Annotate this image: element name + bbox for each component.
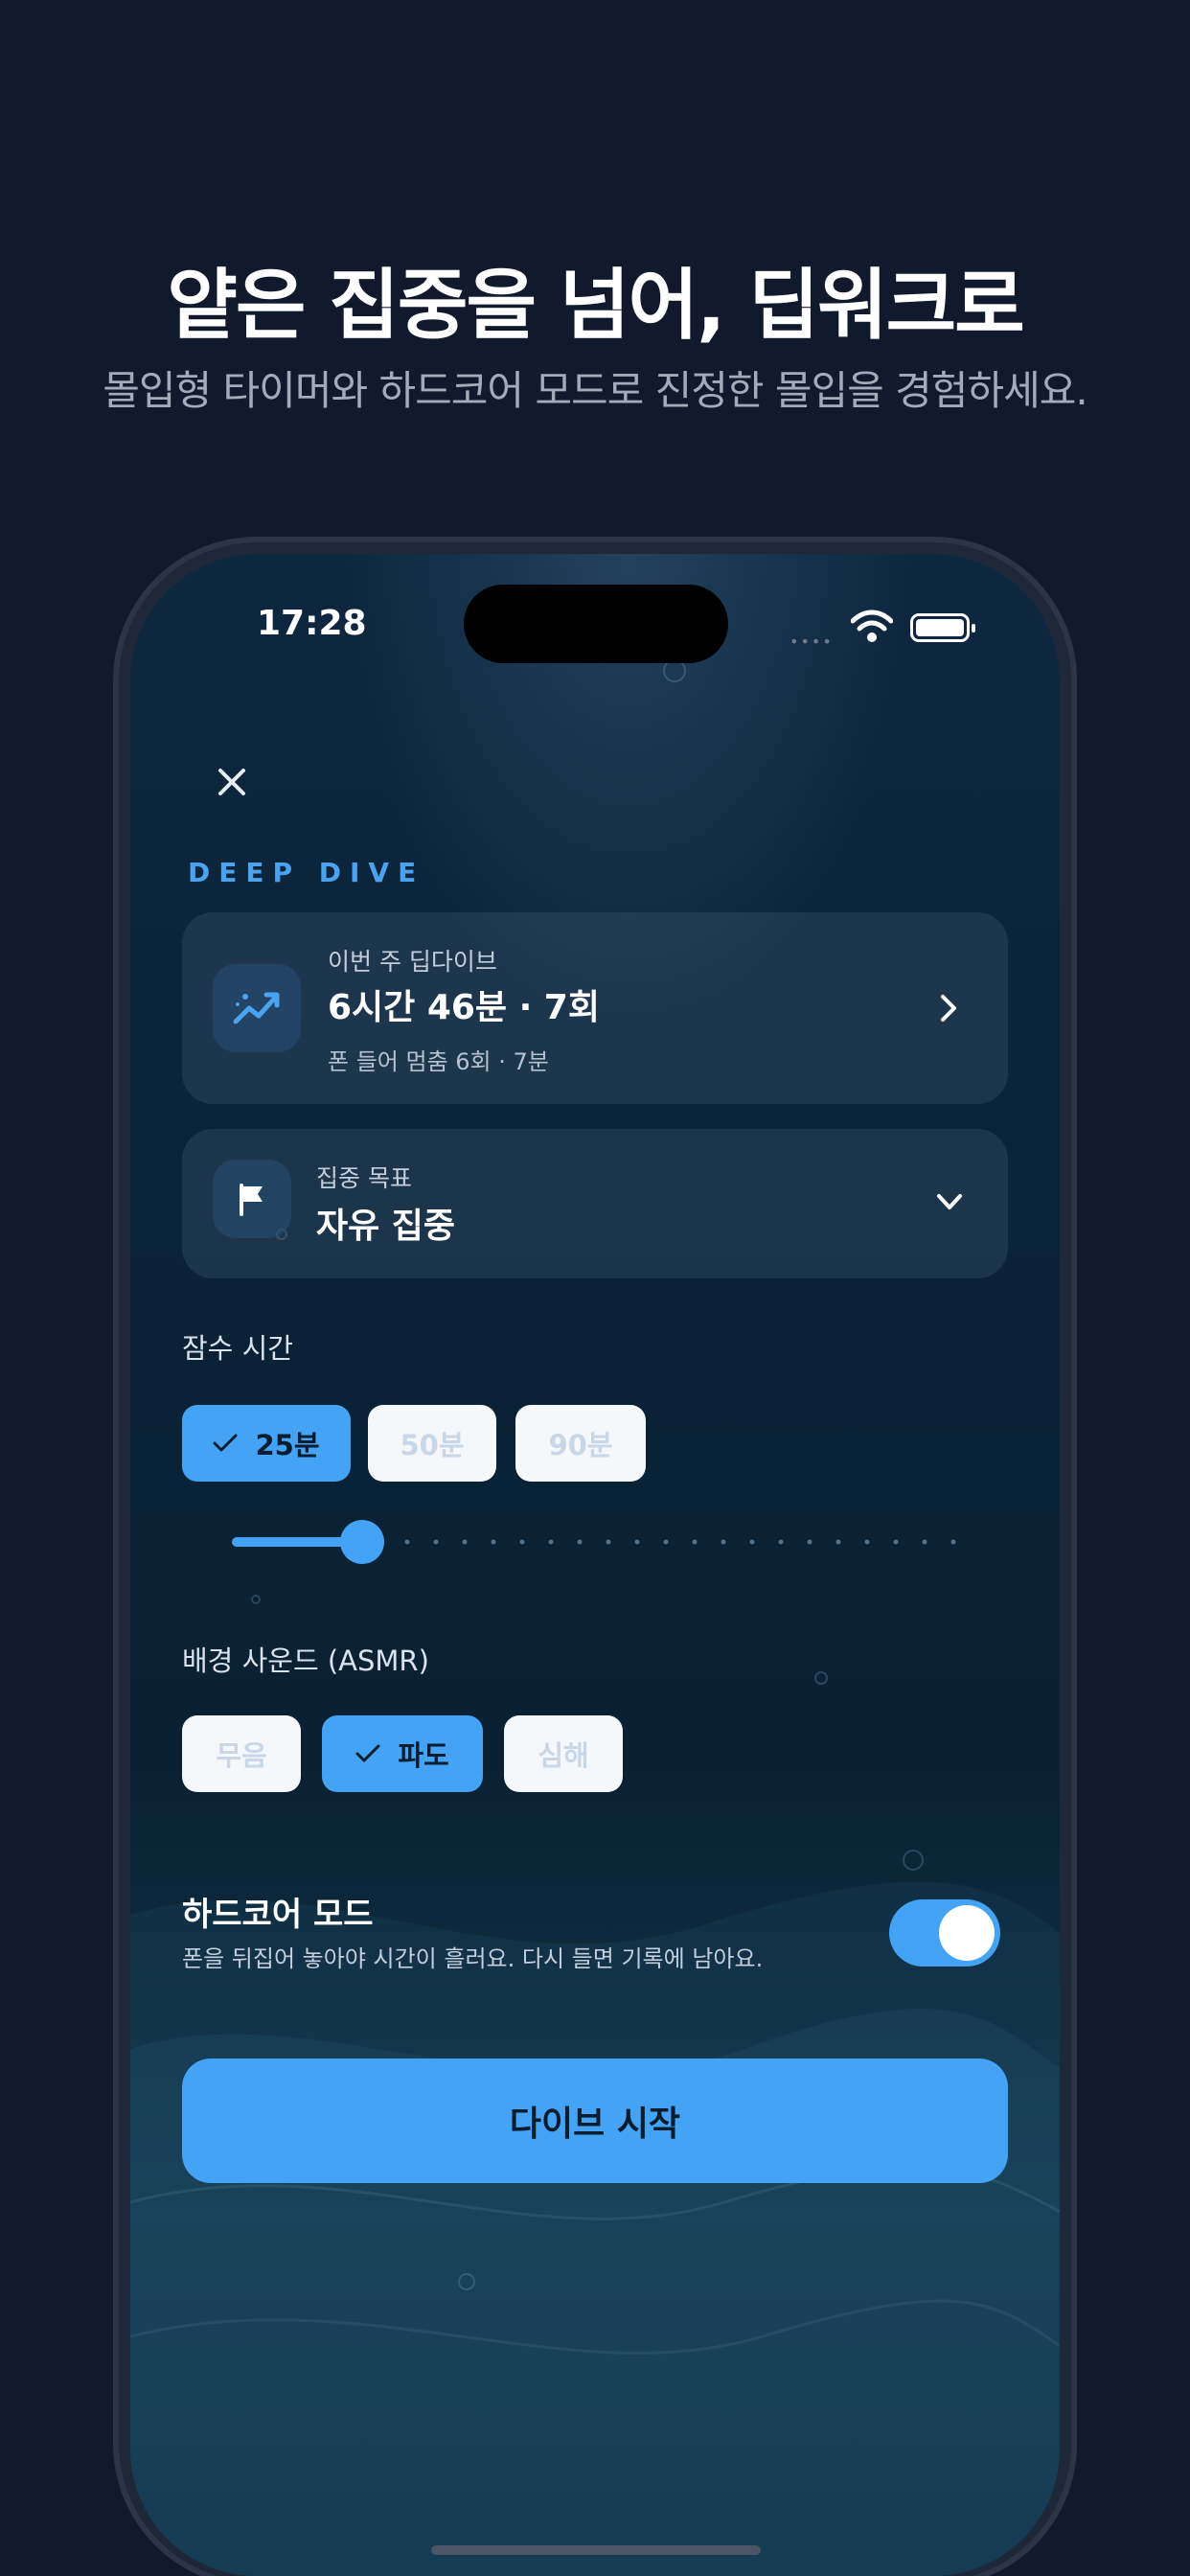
status-time: 17:28	[257, 604, 367, 643]
slider-tick	[864, 1539, 870, 1545]
phone-screen: 17:28 •••• DEEP DIVE 이번 주 딥다이브 6시간 46분 ·…	[130, 554, 1060, 2576]
close-icon[interactable]	[213, 763, 251, 801]
slider-tick	[519, 1539, 525, 1545]
goal-dropdown[interactable]: 집중 목표 자유 집중	[182, 1129, 1008, 1278]
weekly-value: 6시간 46분 · 7회	[328, 988, 600, 1027]
slider-tick	[778, 1539, 784, 1545]
slider-tick	[807, 1539, 812, 1545]
chip-label: 무음	[216, 1739, 267, 1772]
slider-tick	[893, 1539, 899, 1545]
dive-time-option-25[interactable]: 25분	[182, 1405, 351, 1482]
dive-time-option-50[interactable]: 50분	[368, 1405, 496, 1482]
slider-tick	[548, 1539, 554, 1545]
chip-label: 50분	[400, 1429, 465, 1461]
slider-tick	[950, 1539, 956, 1545]
trending-up-icon	[213, 964, 301, 1052]
dive-time-slider[interactable]	[232, 1520, 956, 1564]
chevron-down-icon	[937, 1194, 962, 1209]
dive-time-label: 잠수 시간	[182, 1332, 293, 1365]
section-eyebrow: DEEP DIVE	[188, 857, 425, 888]
promo-subtitle: 몰입형 타이머와 하드코어 모드로 진정한 몰입을 경험하세요.	[103, 367, 1087, 414]
slider-tick	[433, 1539, 439, 1545]
bubble	[903, 1850, 924, 1871]
slider-thumb[interactable]	[340, 1520, 385, 1564]
slider-tick	[835, 1539, 841, 1545]
slider-tick	[634, 1539, 640, 1545]
hardcore-description: 폰을 뒤집어 놓아야 시간이 흘러요. 다시 들면 기록에 남아요.	[182, 1945, 764, 1972]
slider-tick	[491, 1539, 496, 1545]
start-dive-button[interactable]: 다이브 시작	[182, 2058, 1008, 2183]
sound-option-wave[interactable]: 파도	[322, 1715, 483, 1792]
home-indicator	[431, 2545, 761, 2555]
chip-label: 파도	[398, 1739, 449, 1772]
weekly-label: 이번 주 딥다이브	[328, 948, 497, 976]
chip-label: 90분	[548, 1429, 613, 1461]
slider-tick	[462, 1539, 468, 1545]
hardcore-toggle[interactable]	[889, 1899, 1000, 1966]
cellular-signal-icon: ••••	[790, 632, 834, 651]
slider-tick	[663, 1539, 669, 1545]
dive-time-option-90[interactable]: 90분	[515, 1405, 646, 1482]
slider-tick	[577, 1539, 583, 1545]
bubble	[458, 2273, 475, 2290]
chip-label: 심해	[538, 1739, 589, 1772]
slider-tick	[404, 1539, 410, 1545]
bubble	[251, 1595, 261, 1604]
wifi-icon	[851, 610, 893, 642]
hardcore-title: 하드코어 모드	[182, 1896, 374, 1934]
check-icon	[355, 1744, 380, 1762]
check-icon	[213, 1434, 238, 1452]
slider-tick	[922, 1539, 927, 1545]
sound-label: 배경 사운드 (ASMR)	[182, 1644, 429, 1677]
toggle-knob	[939, 1905, 995, 1961]
sound-option-mute[interactable]: 무음	[182, 1715, 301, 1792]
slider-tick	[749, 1539, 755, 1545]
slider-tick	[721, 1539, 726, 1545]
promo-title: 얕은 집중을 넘어, 딥워크로	[167, 261, 1025, 350]
bubble	[814, 1671, 828, 1685]
chevron-right-icon	[941, 995, 956, 1022]
flag-icon	[213, 1160, 291, 1238]
slider-tick	[606, 1539, 611, 1545]
slider-tick	[692, 1539, 698, 1545]
sound-option-deepsea[interactable]: 심해	[504, 1715, 623, 1792]
goal-label: 집중 목표	[316, 1164, 412, 1192]
chip-label: 25분	[255, 1429, 320, 1461]
dynamic-island	[464, 585, 728, 663]
weekly-sub: 폰 들어 멈춤 6회 · 7분	[328, 1048, 549, 1075]
weekly-stats-card[interactable]: 이번 주 딥다이브 6시간 46분 · 7회 폰 들어 멈춤 6회 · 7분	[182, 912, 1008, 1104]
battery-icon	[910, 613, 975, 642]
goal-value: 자유 집중	[316, 1207, 456, 1246]
